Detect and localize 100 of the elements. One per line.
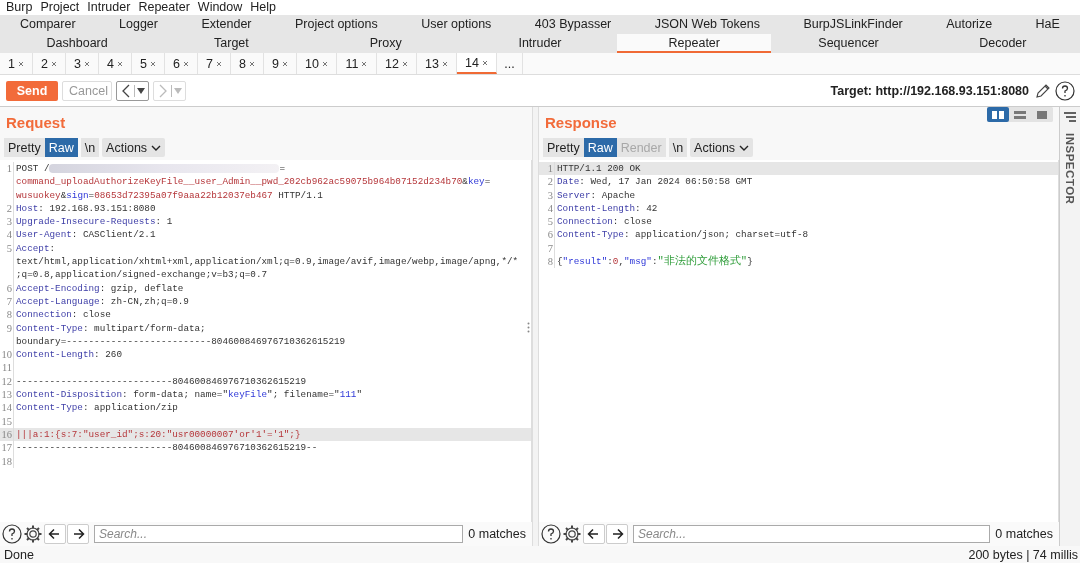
- pencil-icon[interactable]: [1035, 83, 1051, 99]
- search-field[interactable]: Search...: [94, 525, 464, 543]
- next-match-button[interactable]: [606, 524, 628, 544]
- code-line: text/html,application/xhtml+xml,application/xml;q=0.9,image/avif,image/webp,image/apng,*/*: [16, 256, 519, 268]
- menu-item[interactable]: Burp: [4, 0, 39, 15]
- tool-tab[interactable]: Sequencer: [771, 34, 926, 53]
- help-icon[interactable]: [2, 524, 22, 544]
- view-button[interactable]: Raw: [583, 138, 617, 157]
- actions-menu[interactable]: Actions: [690, 138, 754, 157]
- tool-tab[interactable]: User options: [409, 15, 504, 34]
- previous-match-button[interactable]: [583, 524, 605, 544]
- line-number: 2: [547, 176, 553, 188]
- code-line: Content-Disposition: form-data; name="keyFile"; filename="111": [16, 389, 362, 401]
- tool-tab[interactable]: Decoder: [925, 34, 1080, 53]
- code-line: Connection: close: [16, 309, 111, 321]
- more-tabs-button[interactable]: ...: [497, 53, 523, 74]
- request-tab[interactable]: 3: [66, 53, 99, 74]
- code-line: ;q=0.8,application/signed-exchange;v=b3;q=0.7: [16, 269, 268, 281]
- code-line: ----------------------------804600846976710362615219--: [16, 442, 318, 454]
- side-by-side-icon: [991, 109, 1005, 120]
- help-icon[interactable]: [541, 524, 561, 544]
- close-icon: [149, 60, 156, 67]
- request-tab[interactable]: 8: [231, 53, 264, 74]
- line-number: 3: [6, 216, 12, 228]
- code-line: Accept-Language: zh-CN,zh;q=0.9: [16, 295, 189, 307]
- code-line: command_uploadAuthorizeKeyFile__user_Admin__pwd_202cb962ac59075b964b07152d234b70&key=: [16, 176, 491, 188]
- line-number: 15: [1, 415, 12, 427]
- layout-button[interactable]: [987, 107, 1009, 122]
- tool-tab[interactable]: Autorize: [934, 15, 1005, 34]
- actions-menu[interactable]: Actions: [102, 138, 166, 157]
- status-text: Done: [4, 547, 34, 562]
- inspector-tab[interactable]: INSPECTOR: [1064, 133, 1076, 205]
- menu-item[interactable]: Help: [248, 0, 283, 15]
- request-tab[interactable]: 1: [0, 53, 33, 74]
- match-count: 0 matches: [995, 527, 1054, 541]
- caret-icon: [137, 88, 145, 94]
- tool-tab[interactable]: BurpJSLinkFinder: [791, 15, 915, 34]
- close-icon: [441, 60, 448, 67]
- request-tab[interactable]: 9: [264, 53, 297, 74]
- request-tab[interactable]: 14: [457, 53, 497, 74]
- line-number: 13: [1, 389, 12, 401]
- request-tab[interactable]: 6: [165, 53, 198, 74]
- line-number: 18: [1, 455, 12, 467]
- line-number: 4: [6, 229, 12, 241]
- search-field[interactable]: Search...: [633, 525, 991, 543]
- menu-icon[interactable]: [1063, 111, 1077, 123]
- tool-tab[interactable]: Logger: [107, 15, 170, 34]
- tool-tab[interactable]: Repeater: [617, 34, 772, 53]
- code-line: Server: Apache: [557, 189, 636, 201]
- line-number: 6: [547, 229, 553, 241]
- tool-tab[interactable]: Dashboard: [0, 34, 155, 53]
- code-line: POST / =: [16, 163, 286, 174]
- back-history-button[interactable]: [116, 81, 149, 101]
- help-icon[interactable]: [1055, 81, 1075, 101]
- pane-title: Response: [545, 113, 617, 131]
- view-button[interactable]: Raw: [44, 138, 78, 157]
- tool-tab[interactable]: Intruder: [462, 34, 618, 53]
- line-number: 14: [1, 402, 12, 414]
- request-tab[interactable]: 2: [33, 53, 66, 74]
- view-button[interactable]: \n: [668, 138, 688, 157]
- pane-title: Request: [6, 113, 66, 131]
- code-line: HTTP/1.1 200 OK: [557, 163, 641, 174]
- settings-icon[interactable]: [23, 524, 43, 544]
- menu-item[interactable]: Intruder: [85, 0, 137, 15]
- code-line: {"result":0,"msg":"非法的文件格式"}: [557, 256, 753, 268]
- line-number: 7: [547, 242, 553, 254]
- line-number: 1: [547, 163, 553, 174]
- tool-tab[interactable]: Proxy: [308, 34, 463, 53]
- request-tab[interactable]: 12: [377, 53, 417, 74]
- tool-tab[interactable]: Target: [154, 34, 309, 53]
- view-button[interactable]: \n: [80, 138, 100, 157]
- code-line: Date: Wed, 17 Jan 2024 06:50:58 GMT: [557, 176, 753, 188]
- menu-item[interactable]: Window: [195, 0, 249, 15]
- line-number: 10: [1, 349, 12, 361]
- code-line: Content-Length: 42: [557, 202, 658, 214]
- view-button[interactable]: Pretty: [4, 138, 45, 157]
- tool-tab[interactable]: Project options: [283, 15, 390, 34]
- settings-icon[interactable]: [562, 524, 582, 544]
- code-line: User-Agent: CASClient/2.1: [16, 229, 156, 241]
- chevron-icon: [157, 83, 169, 99]
- request-tab[interactable]: 11: [337, 53, 377, 74]
- tool-tab[interactable]: HaE: [1023, 15, 1072, 34]
- next-match-button[interactable]: [67, 524, 89, 544]
- request-tab[interactable]: 7: [198, 53, 231, 74]
- view-button[interactable]: Pretty: [543, 138, 584, 157]
- menu-item[interactable]: Project: [38, 0, 86, 15]
- code-editor[interactable]: [0, 160, 532, 522]
- tool-tab[interactable]: Comparer: [8, 15, 88, 34]
- line-number: 7: [6, 295, 12, 307]
- close-icon: [83, 60, 90, 67]
- request-tab[interactable]: 10: [297, 53, 337, 74]
- code-line: Connection: close: [557, 216, 652, 228]
- tool-tab[interactable]: 403 Bypasser: [522, 15, 624, 34]
- drag-handle-icon[interactable]: [527, 322, 530, 333]
- request-tab[interactable]: 5: [132, 53, 165, 74]
- previous-match-button[interactable]: [44, 524, 66, 544]
- tool-tab[interactable]: JSON Web Tokens: [642, 15, 772, 34]
- request-tab[interactable]: 4: [99, 53, 132, 74]
- menu-item[interactable]: Repeater: [136, 0, 196, 15]
- tool-tab[interactable]: Extender: [189, 15, 264, 34]
